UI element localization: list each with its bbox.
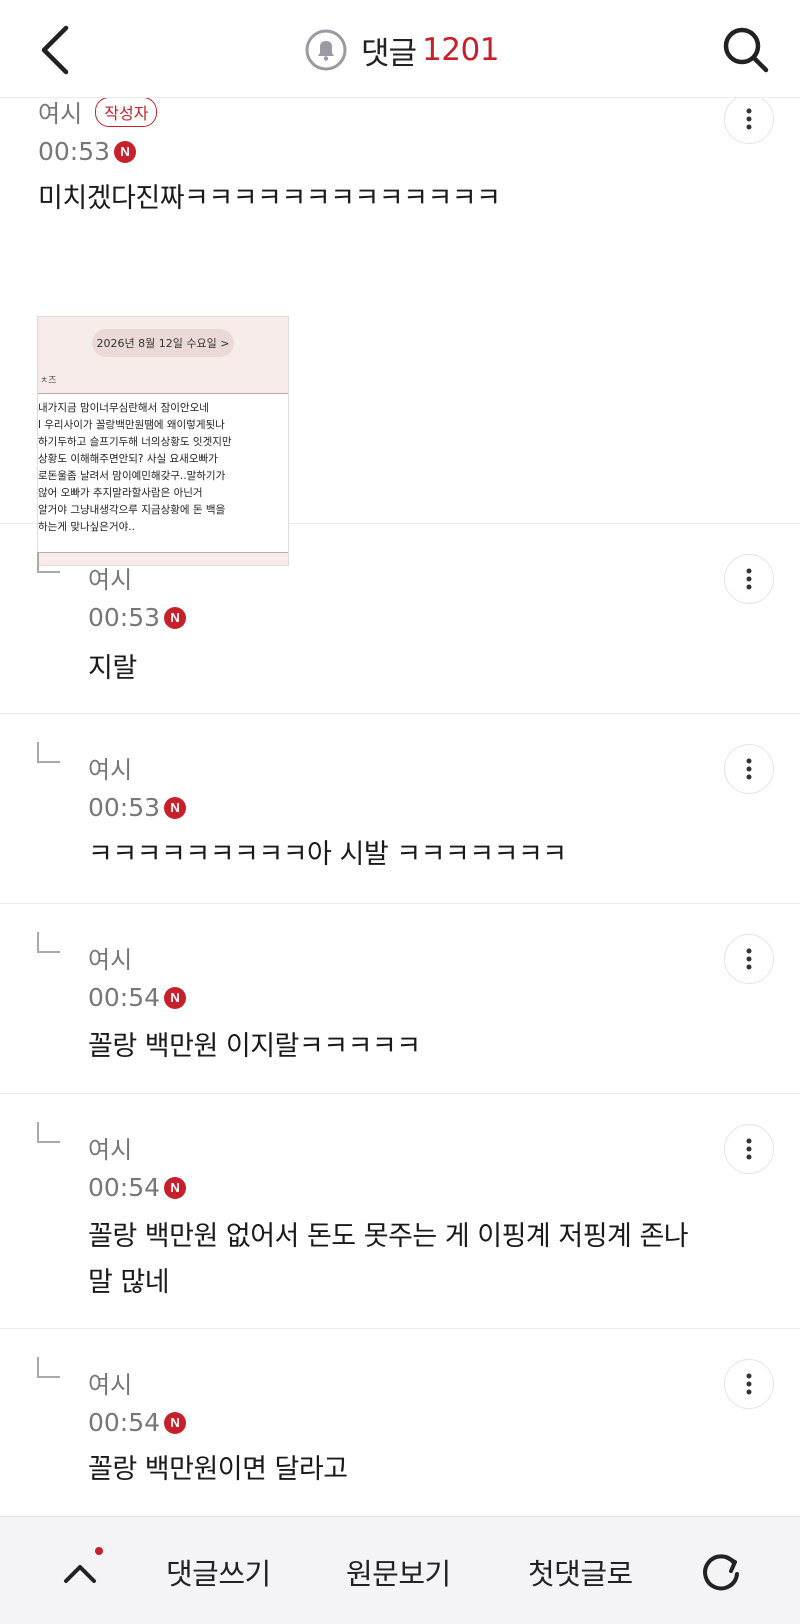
image-date-pill: 2026년 8월 12일 수요일 > (92, 329, 234, 357)
refresh-button[interactable] (698, 1549, 744, 1595)
reply-item: 여시 00:53 N 지랄 (0, 524, 800, 714)
comment-text: ㅋㅋㅋㅋㅋㅋㅋㅋㅋ아 시발 ㅋㅋㅋㅋㅋㅋㅋ (88, 839, 567, 870)
reply-item: 여시 00:53 N ㅋㅋㅋㅋㅋㅋㅋㅋㅋ아 시발 ㅋㅋㅋㅋㅋㅋㅋ (0, 714, 800, 904)
comment-text-line: 말 많네 (88, 1267, 170, 1298)
more-options-button[interactable] (724, 1359, 774, 1409)
image-line: 알거야 그냥내생각으루 지금상황에 돈 백을 (38, 504, 226, 516)
more-vertical-icon (746, 948, 752, 970)
more-vertical-icon (746, 568, 752, 590)
chevron-up-icon (64, 1565, 96, 1583)
reply-indicator-icon (37, 1122, 60, 1143)
first-comment-button[interactable]: 첫댓글로 (528, 1551, 633, 1593)
new-badge: N (164, 1411, 187, 1434)
more-vertical-icon (746, 758, 752, 780)
comment-meta: 00:53 N (88, 793, 567, 822)
comment-author: 여시 (88, 1371, 133, 1399)
more-options-button[interactable] (724, 554, 774, 604)
comment-meta: 00:53 N (38, 137, 157, 166)
reply-indicator-icon (37, 552, 60, 573)
comment-text: 꼴랑 백만원 이지랄ㅋㅋㅋㅋㅋ (88, 1031, 421, 1062)
comment-meta: 00:54 N (88, 1408, 348, 1437)
comment-time: 00:54 (88, 1173, 161, 1202)
bottom-toolbar: 댓글쓰기 원문보기 첫댓글로 (0, 1516, 800, 1624)
view-original-button[interactable]: 원문보기 (346, 1551, 451, 1593)
image-line: 내가지금 맘이너무심란해서 잠이안오네 (38, 402, 209, 414)
image-line: l 우리사이가 꼴랑백만원땜에 왜이렇게됫나 (38, 419, 225, 431)
comment-meta: 00:53 N (88, 603, 187, 632)
reply-indicator-icon (37, 1357, 60, 1378)
more-options-button[interactable] (724, 1124, 774, 1174)
new-badge: N (164, 606, 187, 629)
comment-text-line: 꼴랑 백만원 없어서 돈도 못주는 게 이핑계 저핑계 존나 (88, 1221, 689, 1252)
reply-item: 여시 00:54 N 꼴랑 백만원이면 달라고 (0, 1329, 800, 1516)
comment-list: 여시 작성자 00:53 N 미치겠다진짜ㅋㅋㅋㅋㅋㅋㅋㅋㅋㅋㅋㅋㅋ 2026년… (0, 98, 800, 1516)
more-vertical-icon (746, 108, 752, 130)
header: 댓글 1201 (0, 0, 800, 98)
bell-icon (305, 29, 347, 71)
refresh-icon (703, 1554, 739, 1591)
comment-author: 여시 (88, 566, 133, 594)
comment-author: 여시 (88, 946, 133, 974)
scroll-top-button[interactable] (58, 1551, 102, 1595)
comment-text: 꼴랑 백만원이면 달라고 (88, 1454, 348, 1485)
image-line: 하기두하고 슬프기두해 너의상황도 잇겟지만 (38, 436, 232, 448)
comment-text: 지랄 (88, 653, 137, 684)
comment-time: 00:54 (88, 983, 161, 1012)
write-comment-button[interactable]: 댓글쓰기 (166, 1551, 271, 1593)
more-options-button[interactable] (724, 744, 774, 794)
comment-time: 00:53 (38, 137, 111, 166)
chevron-left-icon (41, 25, 69, 75)
new-badge: N (164, 1176, 187, 1199)
image-line: 상황도 이해해주면안되? 사실 요새오빠가 (38, 453, 218, 465)
more-vertical-icon (746, 1138, 752, 1160)
comment-meta: 00:54 N (88, 983, 421, 1012)
title-label: 댓글 (361, 35, 417, 72)
comment-author: 여시 (38, 100, 83, 128)
image-line: 로돈울좀 날려서 맘이예민해갖구..말하기가 (38, 470, 226, 482)
new-badge: N (164, 986, 187, 1009)
reply-indicator-icon (37, 932, 60, 953)
more-vertical-icon (746, 1373, 752, 1395)
comment-item: 여시 작성자 00:53 N 미치겠다진짜ㅋㅋㅋㅋㅋㅋㅋㅋㅋㅋㅋㅋㅋ 2026년… (0, 98, 800, 566)
back-button[interactable] (34, 22, 84, 78)
comment-time: 00:54 (88, 1408, 161, 1437)
search-icon (723, 27, 769, 73)
comment-text: 미치겠다진짜ㅋㅋㅋㅋㅋㅋㅋㅋㅋㅋㅋㅋㅋ (38, 183, 501, 214)
more-options-button[interactable] (724, 98, 774, 144)
more-options-button[interactable] (724, 934, 774, 984)
image-line: 않어 오빠가 추지말라할사람은 아닌거 (38, 487, 203, 499)
new-badge: N (114, 140, 137, 163)
page-title: 댓글 1201 (305, 26, 499, 74)
search-button[interactable] (718, 22, 774, 78)
reply-item: 여시 00:54 N 꼴랑 백만원 이지랄ㅋㅋㅋㅋㅋ (0, 904, 800, 1094)
image-side-label: ㅊ즈 (40, 376, 57, 386)
reply-item: 여시 00:54 N 꼴랑 백만원 없어서 돈도 못주는 게 이핑계 저핑계 존… (0, 1094, 800, 1329)
author-badge: 작성자 (95, 98, 158, 127)
new-badge: N (164, 796, 187, 819)
notification-dot (95, 1547, 103, 1555)
comment-meta: 00:54 N (88, 1173, 688, 1202)
comment-author: 여시 (88, 1136, 133, 1164)
comment-time: 00:53 (88, 603, 161, 632)
comment-author: 여시 (88, 756, 133, 784)
comment-time: 00:53 (88, 793, 161, 822)
reply-indicator-icon (37, 742, 60, 763)
comment-count: 1201 (422, 32, 499, 68)
